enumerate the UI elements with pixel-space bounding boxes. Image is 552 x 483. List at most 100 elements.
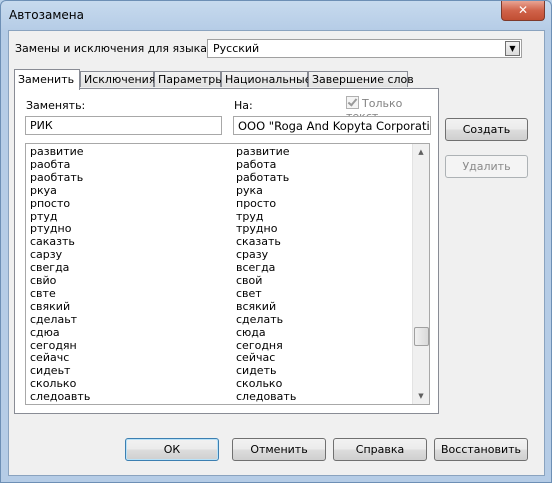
with-cell: сегодня [236, 338, 283, 352]
list-item[interactable]: сколько сколько [26, 377, 416, 390]
with-cell: сидеть [236, 364, 277, 378]
list-item[interactable]: сейачс сейчас [26, 351, 416, 364]
replace-cell: свте [30, 286, 56, 300]
replace-cell: сннмй [30, 403, 66, 404]
with-cell: работать [236, 170, 290, 184]
replace-label: Заменять: [26, 99, 86, 112]
tab-exceptions[interactable]: Исключения [80, 71, 156, 87]
with-cell: работа [236, 157, 277, 171]
with-cell: следовать [236, 390, 297, 404]
replace-cell: свякий [30, 299, 71, 313]
replace-cell: сегодян [30, 338, 77, 352]
language-label: Замены и исключения для языка: [15, 42, 211, 55]
scroll-up-icon[interactable]: ▲ [413, 144, 429, 160]
with-cell: сразу [236, 248, 269, 262]
with-cell: труд [236, 209, 264, 223]
replace-input[interactable]: РИК [25, 116, 222, 135]
tab-word-completion[interactable]: Завершение слов [308, 71, 414, 87]
list-item[interactable]: следоавть следовать [26, 390, 416, 403]
with-cell: развитие [236, 145, 290, 158]
with-cell: просто [236, 196, 277, 210]
restore-button[interactable]: Восстановить [434, 438, 528, 461]
replace-cell: сколько [30, 377, 77, 391]
dialog-body: Замены и исключения для языка: Русский ▼… [8, 30, 545, 476]
list-item[interactable]: рпосто просто [26, 197, 416, 210]
tab-label: Заменить [18, 73, 75, 86]
tab-national[interactable]: Национальные [221, 71, 312, 87]
with-cell: свет [236, 286, 262, 300]
list-item[interactable]: раобта работа [26, 158, 416, 171]
list-item[interactable]: сарзу сразу [26, 248, 416, 261]
scroll-thumb[interactable] [414, 327, 429, 346]
list-item[interactable]: свте свет [26, 287, 416, 300]
tab-label: Завершение слов [312, 73, 414, 86]
replace-cell: сделаьт [30, 312, 78, 326]
tab-parameters[interactable]: Параметры [154, 71, 224, 87]
list-item[interactable]: свйо свой [26, 274, 416, 287]
with-cell: сказать [236, 235, 281, 249]
list-item[interactable]: ркуа рука [26, 184, 416, 197]
language-value: Русский [213, 42, 260, 55]
replace-cell: ртудно [30, 222, 72, 236]
list-item[interactable]: свегда всегда [26, 261, 416, 274]
with-cell: сейчас [236, 351, 276, 365]
help-button[interactable]: Справка [333, 438, 427, 461]
with-cell: сделать [236, 312, 284, 326]
list-item[interactable]: ртудно трудно [26, 222, 416, 235]
with-cell: сколько [236, 377, 283, 391]
replace-cell: ртуд [30, 209, 58, 223]
with-cell: свой [236, 274, 263, 287]
list-item[interactable]: раобтать работать [26, 171, 416, 184]
list-item[interactable]: сдюа сюда [26, 326, 416, 339]
scroll-down-icon[interactable]: ▼ [413, 388, 429, 404]
tab-label: Исключения [84, 73, 156, 86]
list-item[interactable]: сделаьт сделать [26, 313, 416, 326]
with-cell: трудно [236, 222, 278, 236]
list-item[interactable]: саказть сказать [26, 235, 416, 248]
autocorrect-dialog: Автозамена ✕ Замены и исключения для язы… [0, 0, 552, 483]
replace-panel: Заменять: На: Только текст РИК ООО "Roga… [14, 88, 439, 414]
replace-cell: ркуа [30, 183, 57, 197]
list-item[interactable]: сннмй сшнмй [26, 403, 416, 404]
close-button[interactable]: ✕ [501, 1, 545, 21]
checkbox-icon[interactable] [346, 96, 359, 109]
replace-cell: раобта [30, 157, 71, 171]
replace-cell: сейачс [30, 351, 70, 365]
create-button[interactable]: Создать [445, 118, 528, 141]
list-item[interactable]: развитие развитие [26, 145, 416, 158]
replace-cell: свйо [30, 274, 57, 287]
close-icon: ✕ [517, 3, 529, 17]
with-input[interactable]: ООО "Roga And Kopyta Corporation" [233, 116, 431, 135]
replace-cell: сидеьт [30, 364, 71, 378]
list-item[interactable]: ртуд труд [26, 210, 416, 223]
with-label: На: [234, 99, 253, 112]
with-cell: рука [236, 183, 263, 197]
list-scrollbar[interactable]: ▲ ▼ [412, 144, 429, 404]
cancel-button[interactable]: Отменить [232, 438, 326, 461]
list-item[interactable]: сидеьт сидеть [26, 364, 416, 377]
replace-cell: свегда [30, 261, 70, 275]
tab-label: Национальные [225, 73, 312, 86]
with-cell: всегда [236, 261, 276, 275]
replace-cell: следоавть [30, 390, 91, 404]
replace-cell: саказть [30, 235, 75, 249]
tab-label: Параметры [158, 73, 224, 86]
list-item[interactable]: свякий всякий [26, 300, 416, 313]
replace-cell: раобтать [30, 170, 84, 184]
with-cell: всякий [236, 299, 277, 313]
replace-cell: развитие [30, 145, 84, 158]
replace-cell: сарзу [30, 248, 63, 262]
list-item[interactable]: сегодян сегодня [26, 339, 416, 352]
chevron-down-icon[interactable]: ▼ [505, 41, 520, 56]
replacement-list[interactable]: развитие развитие раобта работа раобтать рабо… [25, 143, 430, 405]
window-title: Автозамена [9, 8, 84, 22]
ok-button[interactable]: ОК [125, 438, 219, 461]
replace-cell: сдюа [30, 325, 60, 339]
title-bar[interactable]: Автозамена ✕ [1, 1, 551, 29]
delete-button[interactable]: Удалить [445, 155, 528, 178]
with-cell: сюда [236, 325, 266, 339]
language-select[interactable]: Русский ▼ [207, 39, 522, 58]
tab-replace[interactable]: Заменить [14, 69, 80, 90]
replace-cell: рпосто [30, 196, 71, 210]
with-cell: сшнмй [236, 403, 275, 404]
